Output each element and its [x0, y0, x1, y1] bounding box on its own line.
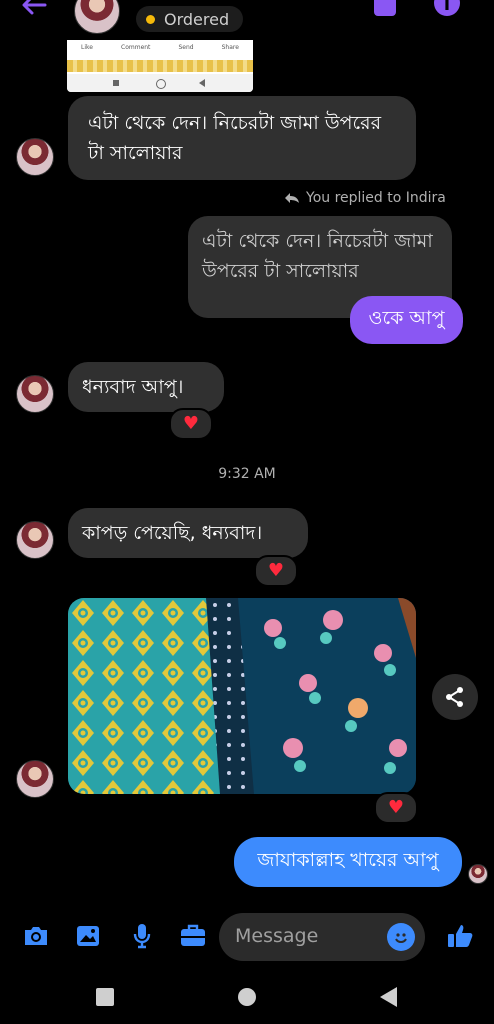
emoji-button[interactable]	[387, 923, 415, 951]
reply-label: You replied to Indira	[284, 190, 446, 206]
recents-nav-button[interactable]	[96, 988, 114, 1006]
contact-avatar[interactable]	[16, 521, 54, 559]
message-placeholder: Message	[235, 925, 319, 947]
reaction-badge[interactable]: ♥	[254, 555, 298, 587]
incoming-message[interactable]: এটা থেকে দেন। নিচেরটা জামা উপরের টা সালো…	[68, 96, 416, 180]
briefcase-icon	[181, 924, 205, 946]
message-text: ধন্যবাদ আপু।	[82, 376, 184, 398]
gallery-button[interactable]	[72, 920, 104, 952]
photo-message[interactable]	[68, 598, 416, 794]
back-nav-button[interactable]	[380, 987, 397, 1007]
incoming-message[interactable]: ধন্যবাদ আপু।	[68, 362, 224, 412]
heart-icon: ♥	[182, 413, 200, 434]
square-icon	[113, 80, 119, 86]
incoming-message[interactable]: কাপড় পেয়েছি, ধন্যবাদ।	[68, 508, 308, 558]
contact-avatar[interactable]	[16, 375, 54, 413]
voice-button[interactable]	[126, 920, 158, 952]
like-button[interactable]	[444, 920, 476, 952]
message-text: ওকে আপু	[368, 307, 445, 329]
header-avatar[interactable]	[74, 0, 120, 34]
back-button[interactable]	[14, 0, 54, 20]
contact-avatar[interactable]	[16, 138, 54, 176]
share-action: Share	[221, 44, 239, 51]
status-badge: Ordered	[136, 6, 244, 32]
image-icon	[77, 926, 99, 946]
post-image-strip	[67, 60, 253, 72]
outgoing-message[interactable]: ওকে আপু	[350, 296, 463, 344]
info-icon[interactable]: i	[434, 0, 460, 16]
share-button[interactable]	[432, 674, 478, 720]
outgoing-message[interactable]: জাযাকাল্লাহ খায়ের আপু	[234, 837, 462, 887]
business-tools-button[interactable]	[176, 920, 210, 952]
message-input[interactable]: Message	[219, 913, 425, 961]
circle-icon	[156, 79, 166, 89]
send-action: Send	[178, 44, 194, 51]
timestamp: 9:32 AM	[0, 466, 494, 482]
message-text: এটা থেকে দেন। নিচেরটা জামা উপরের টা সালো…	[88, 112, 382, 164]
message-text: জাযাকাল্লাহ খায়ের আপু	[257, 849, 439, 871]
reaction-badge[interactable]: ♥	[374, 792, 418, 824]
seen-avatar	[468, 864, 488, 884]
post-actions-bar: Like Comment Send Share	[67, 44, 253, 56]
message-text: কাপড় পেয়েছি, ধন্যবাদ।	[82, 522, 263, 544]
quoted-text: এটা থেকে দেন। নিচেরটা জামা উপরের টা সালো…	[202, 230, 433, 282]
timestamp-text: 9:32 AM	[218, 466, 276, 482]
home-nav-button[interactable]	[238, 988, 256, 1006]
contact-avatar[interactable]	[16, 760, 54, 798]
smiley-icon	[395, 933, 407, 943]
heart-icon: ♥	[387, 797, 405, 818]
triangle-icon	[199, 79, 205, 87]
post-nav-bar	[67, 74, 253, 92]
reply-label-text: You replied to Indira	[306, 190, 446, 206]
like-action: Like	[81, 44, 93, 51]
reply-arrow-icon	[285, 193, 299, 203]
fabric-photo	[68, 598, 416, 794]
comment-action: Comment	[121, 44, 151, 51]
reaction-badge[interactable]: ♥	[169, 408, 213, 440]
shared-post-preview[interactable]: Like Comment Send Share	[67, 40, 253, 92]
video-call-icon[interactable]	[374, 0, 396, 16]
microphone-icon	[133, 924, 151, 949]
status-dot	[146, 15, 155, 24]
arrow-left-icon	[22, 0, 47, 15]
camera-button[interactable]	[20, 920, 52, 952]
camera-icon	[25, 927, 47, 945]
share-icon	[446, 687, 463, 707]
status-label: Ordered	[164, 9, 230, 29]
thumbs-up-icon	[448, 925, 473, 947]
heart-icon: ♥	[267, 560, 285, 581]
